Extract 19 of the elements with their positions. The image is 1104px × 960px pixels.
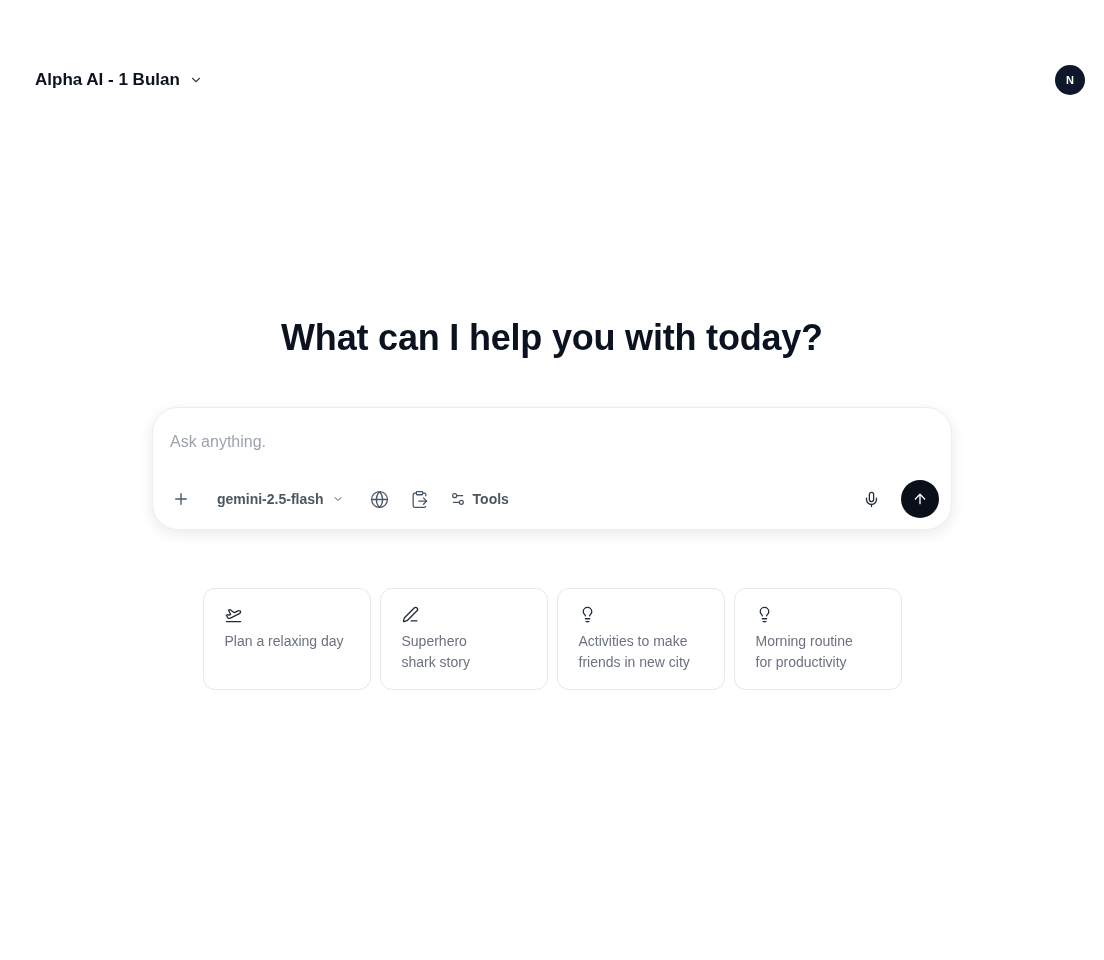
title-dropdown[interactable]: Alpha AI - 1 Bulan	[35, 70, 203, 90]
plane-icon	[224, 606, 242, 623]
model-selector[interactable]: gemini-2.5-flash	[211, 483, 350, 515]
send-button[interactable]	[901, 480, 939, 518]
pen-icon	[401, 606, 419, 623]
suggestion-card[interactable]: Plan a relaxing day	[202, 588, 371, 690]
suggestion-card[interactable]: Morning routine for productivity	[733, 588, 902, 690]
sliders-icon	[449, 491, 466, 507]
composer-field[interactable]: Ask anything. gemini-2.5-flash Tools	[152, 407, 952, 530]
clipboard-arrow-icon	[410, 489, 430, 509]
message-input[interactable]: Ask anything.	[165, 422, 939, 462]
globe-icon	[370, 489, 390, 509]
arrow-up-icon	[912, 491, 928, 507]
suggestion-card[interactable]: Activities to make friends in new city	[556, 588, 725, 690]
tools-button[interactable]: Tools	[443, 483, 515, 515]
suggestion-card[interactable]: Superhero shark story	[379, 588, 548, 690]
page-heading: What can I help you with today?	[281, 316, 823, 360]
plus-icon	[172, 490, 190, 508]
avatar-button[interactable]: N	[1055, 65, 1085, 95]
